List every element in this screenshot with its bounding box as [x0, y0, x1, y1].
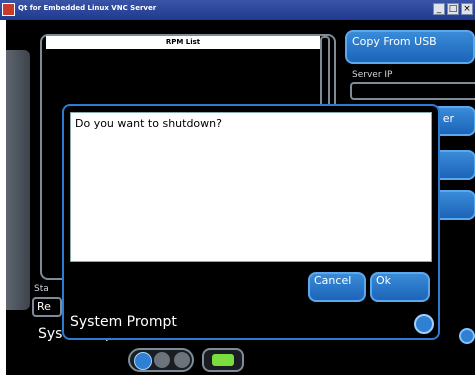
- status-label: Sta: [34, 284, 49, 294]
- window-title: Qt for Embedded Linux VNC Server: [18, 4, 157, 12]
- dialog-message: Do you want to shutdown?: [75, 117, 222, 130]
- dialog-message-box: Do you want to shutdown?: [70, 112, 432, 262]
- app-icon: [2, 3, 15, 16]
- copy-from-usb-button[interactable]: Copy From USB: [345, 30, 475, 64]
- rpm-list-header: RPM List: [46, 36, 320, 49]
- dialog-title: System Prompt: [70, 314, 177, 330]
- window-titlebar: Qt for Embedded Linux VNC Server _ □ ×: [0, 0, 475, 20]
- power-button[interactable]: [202, 348, 244, 372]
- app-screen: RPM List Copy From USB Server IP er Sta …: [6, 20, 475, 375]
- dialog-close-icon[interactable]: [414, 314, 434, 334]
- server-ip-label: Server IP: [352, 70, 393, 80]
- window-controls: _ □ ×: [433, 3, 473, 15]
- shutdown-dialog: Do you want to shutdown? Cancel Ok Syste…: [62, 104, 440, 340]
- page-dot-icon: [154, 352, 170, 368]
- page-dot-icon: [174, 352, 190, 368]
- nav-circle-button[interactable]: [459, 328, 475, 344]
- server-ip-input[interactable]: [350, 82, 475, 100]
- cancel-button[interactable]: Cancel: [308, 272, 366, 302]
- left-side-tab[interactable]: [6, 50, 30, 310]
- page-dot-active-icon: [134, 352, 152, 370]
- page-indicator[interactable]: [128, 348, 194, 372]
- close-button[interactable]: ×: [461, 3, 473, 15]
- maximize-button[interactable]: □: [447, 3, 459, 15]
- status-field[interactable]: Re: [32, 297, 62, 317]
- power-icon: [212, 354, 234, 366]
- ok-button[interactable]: Ok: [370, 272, 430, 302]
- minimize-button[interactable]: _: [433, 3, 445, 15]
